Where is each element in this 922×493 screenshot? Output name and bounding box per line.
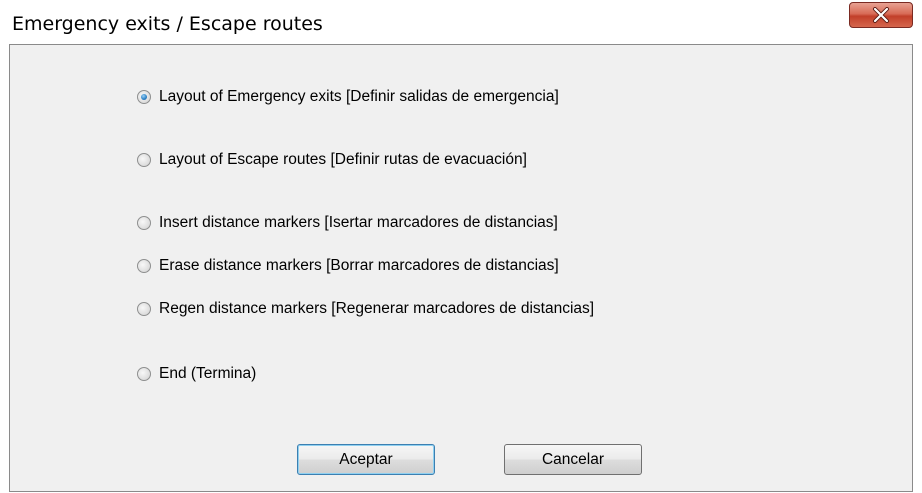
radio-button[interactable] [137, 90, 151, 104]
window-title: Emergency exits / Escape routes [12, 13, 323, 35]
option-label: Layout of Emergency exits [Definir salid… [159, 88, 559, 105]
option-label: Erase distance markers [Borrar marcadore… [159, 257, 559, 274]
dialog-window: Emergency exits / Escape routes Layout o… [0, 0, 922, 493]
radio-button[interactable] [137, 367, 151, 381]
close-button[interactable] [849, 2, 913, 28]
radio-button[interactable] [137, 153, 151, 167]
cancel-button[interactable]: Cancelar [504, 444, 642, 475]
accept-button[interactable]: Aceptar [297, 444, 435, 475]
option-layout-escape-routes[interactable]: Layout of Escape routes [Definir rutas d… [137, 149, 527, 171]
option-label: End (Termina) [159, 365, 257, 382]
radio-button[interactable] [137, 259, 151, 273]
option-label: Regen distance markers [Regenerar marcad… [159, 300, 595, 317]
title-bar[interactable]: Emergency exits / Escape routes [0, 0, 922, 44]
option-layout-emergency-exits[interactable]: Layout of Emergency exits [Definir salid… [137, 86, 559, 108]
option-label: Layout of Escape routes [Definir rutas d… [159, 151, 527, 168]
close-x-icon [873, 7, 889, 23]
dialog-client-area: Layout of Emergency exits [Definir salid… [9, 44, 913, 492]
radio-button[interactable] [137, 302, 151, 316]
option-regen-distance-markers[interactable]: Regen distance markers [Regenerar marcad… [137, 298, 594, 320]
option-end[interactable]: End (Termina) [137, 363, 256, 385]
option-erase-distance-markers[interactable]: Erase distance markers [Borrar marcadore… [137, 255, 559, 277]
option-label: Insert distance markers [Isertar marcado… [159, 214, 558, 231]
radio-button[interactable] [137, 216, 151, 230]
option-insert-distance-markers[interactable]: Insert distance markers [Isertar marcado… [137, 212, 558, 234]
